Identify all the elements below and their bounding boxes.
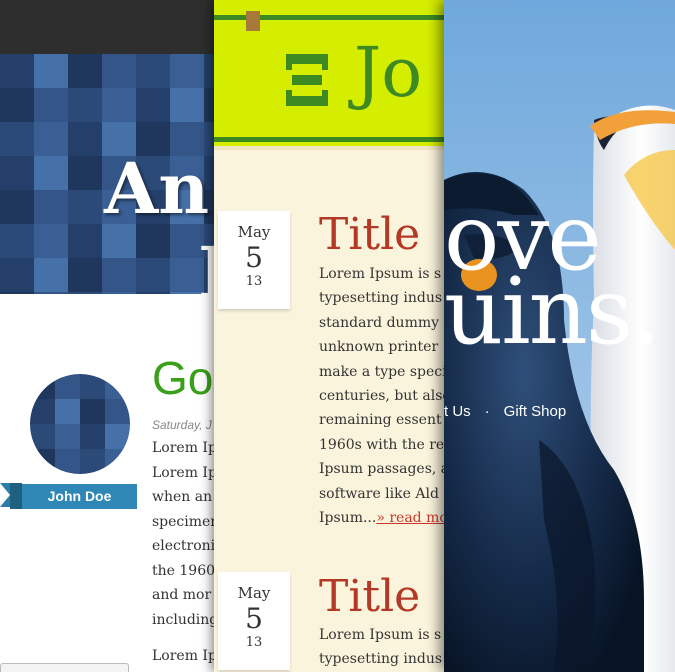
logo-icon [286,54,328,106]
article-excerpt: Lorem Ipsum is s typesetting indus [319,623,444,672]
ribbon-tail [0,483,10,507]
post-date: Saturday, J [152,418,212,432]
main-nav: t Us · Gift Shop [444,403,566,420]
next-excerpt-line: Lorem Ip [152,648,217,664]
excerpt-line: remaining essent [319,412,442,429]
excerpt-line: Lorem Ipsum is s [319,266,442,282]
avatar-pixel-pattern [30,374,130,474]
blog-theme-preview-lime[interactable]: Jo May 5 13 Title Lorem Ipsum is s types… [214,0,444,672]
excerpt-ellipsis: Ipsum... [319,510,377,527]
excerpt-line: 1960s with the re [319,436,444,453]
date-month: May [237,584,271,602]
avatar[interactable] [30,374,130,474]
header-shadow [214,146,444,150]
blog-theme-preview-blue[interactable]: An I John Doe Go Saturday, J Lorem Ip Lo… [0,0,240,672]
date-badge: May 5 13 [218,572,290,670]
excerpt-line: typesetting indus [319,290,443,307]
excerpt-line: software like Ald [319,485,439,502]
nav-item-contact[interactable]: t Us [444,403,471,420]
article-title[interactable]: Title [319,213,420,257]
excerpt-line: Lorem Ipsum is s [319,627,442,643]
date-year: 13 [245,634,263,650]
excerpt-last-line: Ipsum...» read mo [319,506,444,530]
date-month: May [237,223,271,241]
bookmark-icon [246,11,260,31]
site-logo-text[interactable]: Jo [354,40,422,108]
excerpt-line: centuries, but also [319,388,444,405]
excerpt-line: typesetting indus [319,651,443,668]
date-year: 13 [245,273,263,289]
post-title[interactable]: Go [152,355,213,401]
excerpt-line: Ipsum passages, a [319,461,444,478]
date-day: 5 [245,602,263,635]
excerpt-line: standard dummy [319,314,440,331]
article-excerpt: Lorem Ipsum is s typesetting indus stand… [319,262,444,530]
date-day: 5 [245,241,263,274]
hero-title: An [104,147,210,230]
read-more-link[interactable]: » read mo [376,510,444,526]
excerpt-line: unknown printer [319,339,439,356]
author-name-ribbon[interactable]: John Doe [22,484,137,509]
scrollbar[interactable] [0,663,129,672]
blog-theme-preview-penguins[interactable]: ove uins. t Us · Gift Shop [444,0,675,672]
header-rule-bottom [214,137,444,142]
nav-separator: · [484,403,490,420]
nav-item-gift-shop[interactable]: Gift Shop [504,403,567,420]
excerpt-line: make a type speci [319,363,444,380]
date-badge: May 5 13 [218,211,290,309]
hero-banner: An I [0,54,240,294]
hero-headline-line2: uins. [444,258,660,365]
ribbon-fold [10,483,22,509]
top-bar [0,0,240,54]
article-title[interactable]: Title [319,575,420,619]
